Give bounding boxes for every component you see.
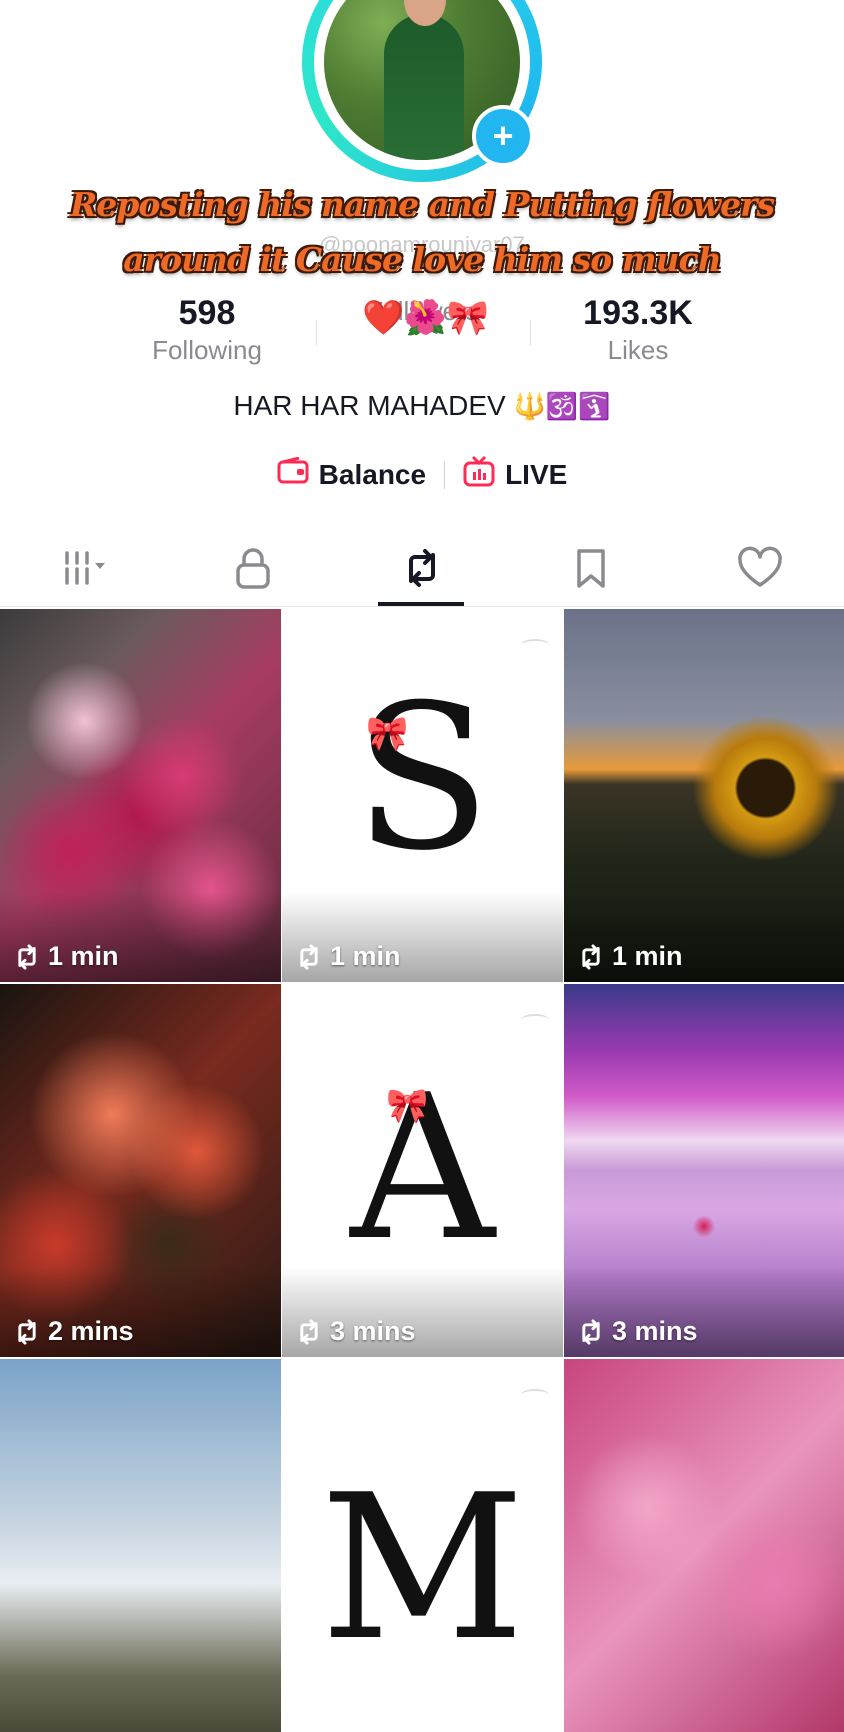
following-label: Following <box>152 335 262 365</box>
bow-icon: 🎀 <box>366 715 409 753</box>
video-thumbnail[interactable]: 2 mins <box>0 984 281 1357</box>
bio-emoji: 🔱🕉️🛐 <box>513 391 611 421</box>
balance-label: Balance <box>318 459 427 490</box>
live-button[interactable]: LIVE <box>463 455 567 495</box>
video-meta: 3 mins <box>294 1316 416 1347</box>
grid-icon <box>65 551 106 585</box>
video-meta: 2 mins <box>12 1316 134 1347</box>
video-thumbnail[interactable]: A 🎀 3 mins <box>282 984 563 1357</box>
video-time: 2 mins <box>48 1316 134 1346</box>
wallet-icon <box>277 456 309 493</box>
video-thumbnail[interactable]: S 🎀 1 min <box>282 609 563 982</box>
video-thumbnail[interactable] <box>0 1359 281 1732</box>
lock-icon <box>236 548 270 589</box>
video-meta: 1 min <box>294 941 401 972</box>
add-story-icon[interactable]: + <box>472 105 534 167</box>
repost-icon <box>408 549 435 587</box>
video-time: 1 min <box>48 941 119 971</box>
video-thumbnail[interactable]: M <box>282 1359 563 1732</box>
repost-icon <box>18 1318 36 1345</box>
tab-liked[interactable] <box>675 530 844 606</box>
overlay-caption-line1: Reposting his name and Putting flowers <box>69 185 775 224</box>
repost-icon <box>582 1318 600 1345</box>
repost-icon <box>300 1318 318 1345</box>
repost-icon <box>300 943 318 970</box>
tab-reposts[interactable] <box>338 530 507 606</box>
video-meta: 1 min <box>12 941 119 972</box>
followers-emoji-overlay: ❤️🌺🎀 <box>362 299 490 337</box>
likes-label: Likes <box>607 335 669 365</box>
video-time: 1 min <box>612 941 683 971</box>
video-thumbnail[interactable]: 1 min <box>564 609 844 982</box>
following-count: 598 <box>178 294 236 332</box>
balance-button[interactable]: Balance <box>277 456 427 493</box>
profile-tabs <box>0 530 844 606</box>
letter-graphic: S <box>353 662 491 895</box>
stat-likes[interactable]: 193.3K Likes <box>528 294 748 366</box>
overlay-caption-line2: around it Cause love him so much <box>123 240 722 279</box>
video-thumbnail[interactable]: 1 min <box>0 609 281 982</box>
link-divider <box>444 461 446 489</box>
bow-icon: 🎀 <box>386 1087 429 1125</box>
likes-count: 193.3K <box>583 294 693 332</box>
profile-links: Balance LIVE <box>0 455 844 495</box>
tabs-divider <box>0 606 844 607</box>
bio-text: HAR HAR MAHADEV <box>233 390 506 421</box>
tab-favorites[interactable] <box>506 530 675 606</box>
video-time: 3 mins <box>612 1316 698 1346</box>
video-thumbnail[interactable] <box>564 1359 844 1732</box>
stat-following[interactable]: 598 Following <box>97 294 317 366</box>
heart-icon <box>737 546 782 587</box>
letter-graphic: M <box>320 1452 525 1685</box>
video-time: 3 mins <box>330 1316 416 1346</box>
video-time: 1 min <box>330 941 401 971</box>
repost-icon <box>582 943 600 970</box>
tab-videos[interactable] <box>0 530 169 606</box>
video-meta: 1 min <box>576 941 683 972</box>
repost-icon <box>18 943 36 970</box>
bio: HAR HAR MAHADEV 🔱🕉️🛐 <box>0 390 844 422</box>
video-meta: 3 mins <box>576 1316 698 1347</box>
video-thumbnail[interactable]: 3 mins <box>564 984 844 1357</box>
tv-icon <box>463 455 495 495</box>
live-label: LIVE <box>505 459 568 490</box>
tab-private[interactable] <box>169 530 338 606</box>
bookmark-icon <box>577 549 605 588</box>
